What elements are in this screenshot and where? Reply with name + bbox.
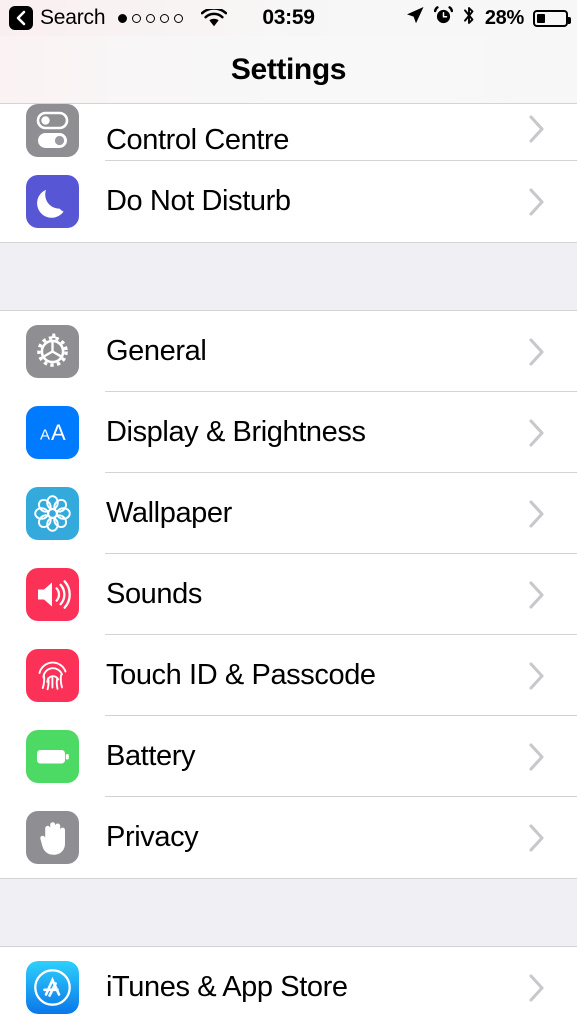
page-title: Settings bbox=[230, 52, 347, 86]
settings-row-privacy[interactable]: Privacy bbox=[0, 797, 577, 878]
status-bar: Search 03:59 28% bbox=[0, 0, 577, 36]
chevron-right-icon bbox=[527, 336, 547, 368]
group-gap bbox=[0, 243, 577, 310]
svg-text:A: A bbox=[40, 427, 50, 444]
settings-screen: Search 03:59 28% Settings Control Centre… bbox=[0, 0, 577, 1024]
settings-row-label: Control Centre bbox=[106, 124, 289, 156]
settings-row-label: Wallpaper bbox=[106, 497, 232, 529]
settings-row-wallpaper[interactable]: Wallpaper bbox=[0, 473, 577, 554]
chevron-right-icon bbox=[527, 660, 547, 692]
settings-row-touch-id-passcode[interactable]: Touch ID & Passcode bbox=[0, 635, 577, 716]
settings-row-do-not-disturb[interactable]: Do Not Disturb bbox=[0, 161, 577, 242]
settings-group: iTunes & App Store bbox=[0, 946, 577, 1024]
settings-row-label: Sounds bbox=[106, 578, 202, 610]
chevron-right-icon bbox=[527, 113, 547, 145]
settings-group: Control Centre Do Not Disturb bbox=[0, 104, 577, 243]
settings-list: Control Centre Do Not Disturb General A … bbox=[0, 104, 577, 1024]
hand-icon bbox=[26, 811, 79, 864]
chevron-right-icon bbox=[527, 498, 547, 530]
gear-icon bbox=[26, 325, 79, 378]
flower-icon bbox=[26, 487, 79, 540]
svg-text:A: A bbox=[51, 420, 66, 445]
settings-row-general[interactable]: General bbox=[0, 311, 577, 392]
chevron-right-icon bbox=[527, 579, 547, 611]
chevron-right-icon bbox=[527, 741, 547, 773]
chevron-right-icon bbox=[527, 822, 547, 854]
settings-row-control-centre[interactable]: Control Centre bbox=[0, 104, 577, 161]
control-centre-icon bbox=[26, 104, 79, 157]
settings-group: General A A Display & Brightness Wallpap… bbox=[0, 310, 577, 879]
chevron-right-icon bbox=[527, 972, 547, 1004]
settings-row-label: Display & Brightness bbox=[106, 416, 366, 448]
aa-text-size-icon: A A bbox=[26, 406, 79, 459]
settings-row-label: Touch ID & Passcode bbox=[106, 659, 376, 691]
settings-row-label: iTunes & App Store bbox=[106, 971, 348, 1003]
chevron-right-icon bbox=[527, 186, 547, 218]
chevron-right-icon bbox=[527, 417, 547, 449]
fingerprint-icon bbox=[26, 649, 79, 702]
settings-row-label: Do Not Disturb bbox=[106, 185, 291, 217]
settings-row-label: Battery bbox=[106, 740, 196, 772]
settings-row-sounds[interactable]: Sounds bbox=[0, 554, 577, 635]
settings-row-label: Privacy bbox=[106, 821, 199, 853]
settings-row-label: General bbox=[106, 335, 207, 367]
app-store-icon bbox=[26, 961, 79, 1014]
status-bar-clock: 03:59 bbox=[262, 6, 315, 29]
navigation-bar: Settings bbox=[0, 36, 577, 104]
settings-row-display-brightness[interactable]: A A Display & Brightness bbox=[0, 392, 577, 473]
battery-status-icon bbox=[533, 9, 571, 27]
battery-fill bbox=[537, 13, 545, 23]
group-gap bbox=[0, 879, 577, 946]
speaker-icon bbox=[26, 568, 79, 621]
settings-row-battery[interactable]: Battery bbox=[0, 716, 577, 797]
settings-row-itunes-app-store[interactable]: iTunes & App Store bbox=[0, 947, 577, 1024]
battery-icon bbox=[26, 730, 79, 783]
moon-icon bbox=[26, 175, 79, 228]
